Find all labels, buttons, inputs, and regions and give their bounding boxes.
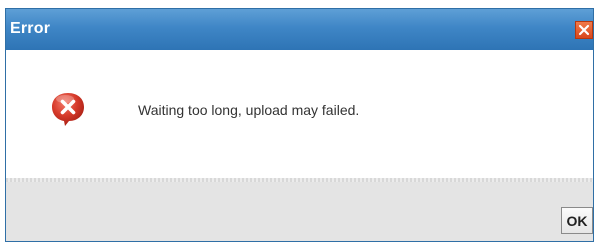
- close-icon: [578, 24, 590, 36]
- error-message: Waiting too long, upload may failed.: [138, 102, 360, 118]
- ok-button[interactable]: OK: [561, 207, 593, 234]
- dialog-title: Error: [10, 20, 51, 37]
- dialog-footer: OK: [6, 182, 593, 241]
- error-icon: [52, 93, 84, 126]
- dialog-titlebar[interactable]: Error: [6, 9, 593, 50]
- error-dialog: Error Waiting too long, upload may faile…: [5, 8, 594, 242]
- dialog-content: Waiting too long, upload may failed.: [6, 50, 593, 178]
- close-button[interactable]: [575, 21, 593, 39]
